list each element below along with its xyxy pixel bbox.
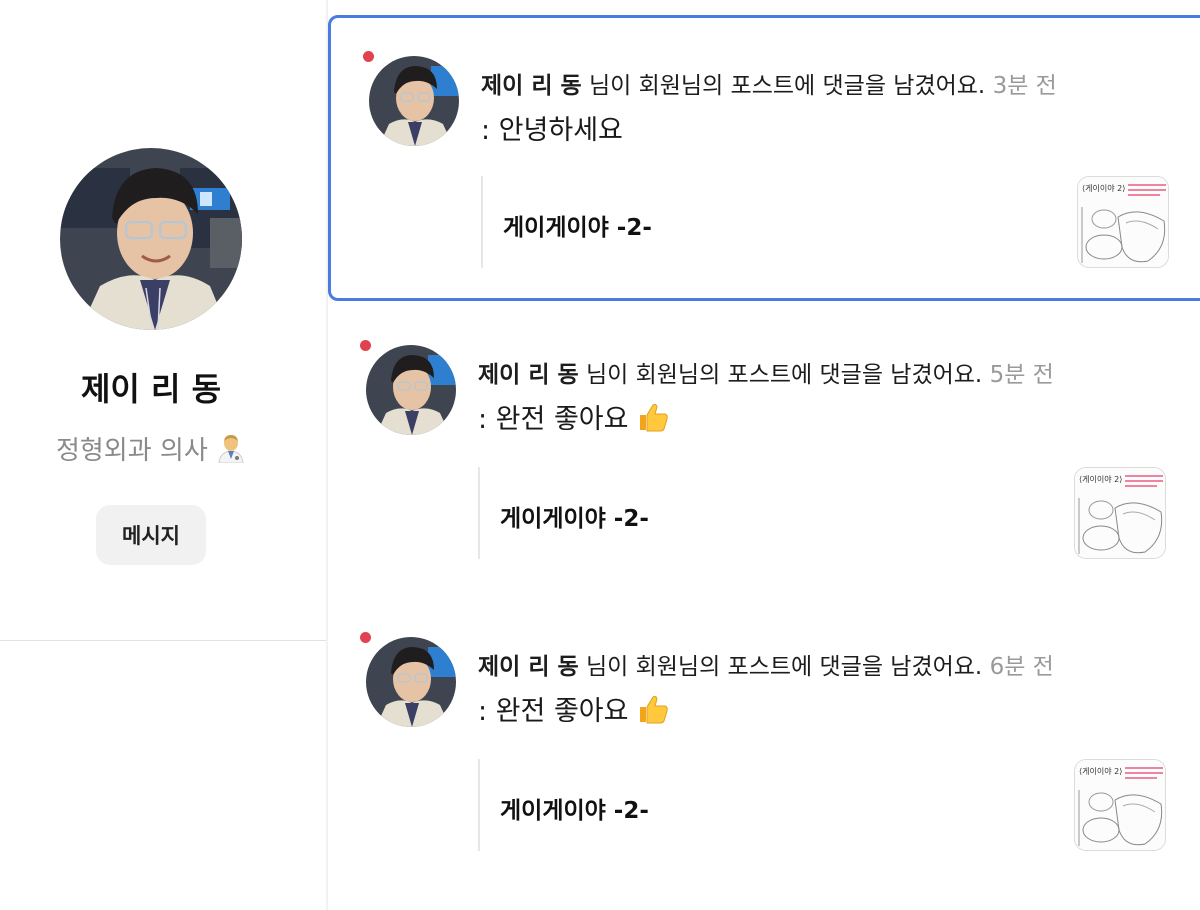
notification-action: 님이 회원님의 포스트에 댓글을 남겼어요. xyxy=(578,654,990,680)
comment-text: : 안녕하세요 xyxy=(481,108,623,147)
comment-body: : 완전 좋아요 xyxy=(478,404,629,435)
notification-item[interactable]: 제이 리 동 님이 회원님의 포스트에 댓글을 남겼어요. 5분 전 : 완전 … xyxy=(328,307,1200,593)
post-card[interactable]: 게이게이야 -2- xyxy=(478,759,1168,851)
unread-dot xyxy=(360,340,371,351)
notification-time: 3분 전 xyxy=(992,73,1057,99)
doctor-emoji-icon xyxy=(216,433,246,470)
notification-text: 제이 리 동 님이 회원님의 포스트에 댓글을 남겼어요. 3분 전 xyxy=(481,66,1057,100)
commenter-avatar[interactable] xyxy=(366,345,456,435)
post-thumbnail[interactable]: ⟨게이이야 2⟩ xyxy=(1074,759,1166,851)
post-title: 게이게이야 -2- xyxy=(500,506,649,532)
profile-panel: 제이 리 동 정형외과 의사 메시지 xyxy=(0,0,326,910)
notification-item[interactable]: 제이 리 동 님이 회원님의 포스트에 댓글을 남겼어요. 3분 전 : 안녕하… xyxy=(328,15,1200,301)
post-thumbnail[interactable]: ⟨게이이야 2⟩ xyxy=(1074,467,1166,559)
commenter-name[interactable]: 제이 리 동 xyxy=(478,654,579,680)
post-title: 게이게이야 -2- xyxy=(500,798,649,824)
notification-action: 님이 회원님의 포스트에 댓글을 남겼어요. xyxy=(581,73,993,99)
commenter-name[interactable]: 제이 리 동 xyxy=(478,362,579,388)
post-card[interactable]: 게이게이야 -2- xyxy=(478,467,1168,559)
profile-divider xyxy=(0,640,326,641)
notification-text: 제이 리 동 님이 회원님의 포스트에 댓글을 남겼어요. 5분 전 xyxy=(478,355,1054,389)
thumbs-up-icon xyxy=(637,402,669,439)
profile-bio-text: 정형외과 의사 xyxy=(55,436,208,466)
profile-bio: 정형외과 의사 xyxy=(0,430,302,470)
profile-avatar[interactable] xyxy=(60,148,242,330)
notification-item[interactable]: 제이 리 동 님이 회원님의 포스트에 댓글을 남겼어요. 6분 전 : 완전 … xyxy=(328,599,1200,885)
commenter-avatar[interactable] xyxy=(366,637,456,727)
unread-dot xyxy=(360,632,371,643)
notification-time: 6분 전 xyxy=(989,654,1054,680)
message-button[interactable]: 메시지 xyxy=(96,505,206,565)
comment-text: : 완전 좋아요 xyxy=(478,689,669,731)
notification-time: 5분 전 xyxy=(989,362,1054,388)
svg-text:⟨게이이야 2⟩: ⟨게이이야 2⟩ xyxy=(1079,766,1122,776)
comment-body: : 안녕하세요 xyxy=(481,115,623,146)
post-card[interactable]: 게이게이야 -2- xyxy=(481,176,1171,268)
comment-body: : 완전 좋아요 xyxy=(478,696,629,727)
commenter-avatar[interactable] xyxy=(369,56,459,146)
unread-dot xyxy=(363,51,374,62)
post-thumbnail[interactable]: ⟨게이이야 2⟩ xyxy=(1077,176,1169,268)
comment-text: : 완전 좋아요 xyxy=(478,397,669,439)
notification-text: 제이 리 동 님이 회원님의 포스트에 댓글을 남겼어요. 6분 전 xyxy=(478,647,1054,681)
post-title: 게이게이야 -2- xyxy=(503,215,652,241)
notification-action: 님이 회원님의 포스트에 댓글을 남겼어요. xyxy=(578,362,990,388)
svg-text:⟨게이이야 2⟩: ⟨게이이야 2⟩ xyxy=(1079,474,1122,484)
commenter-name[interactable]: 제이 리 동 xyxy=(481,73,582,99)
profile-name: 제이 리 동 xyxy=(80,370,222,408)
thumbs-up-icon xyxy=(637,694,669,731)
svg-text:⟨게이이야 2⟩: ⟨게이이야 2⟩ xyxy=(1082,183,1125,193)
